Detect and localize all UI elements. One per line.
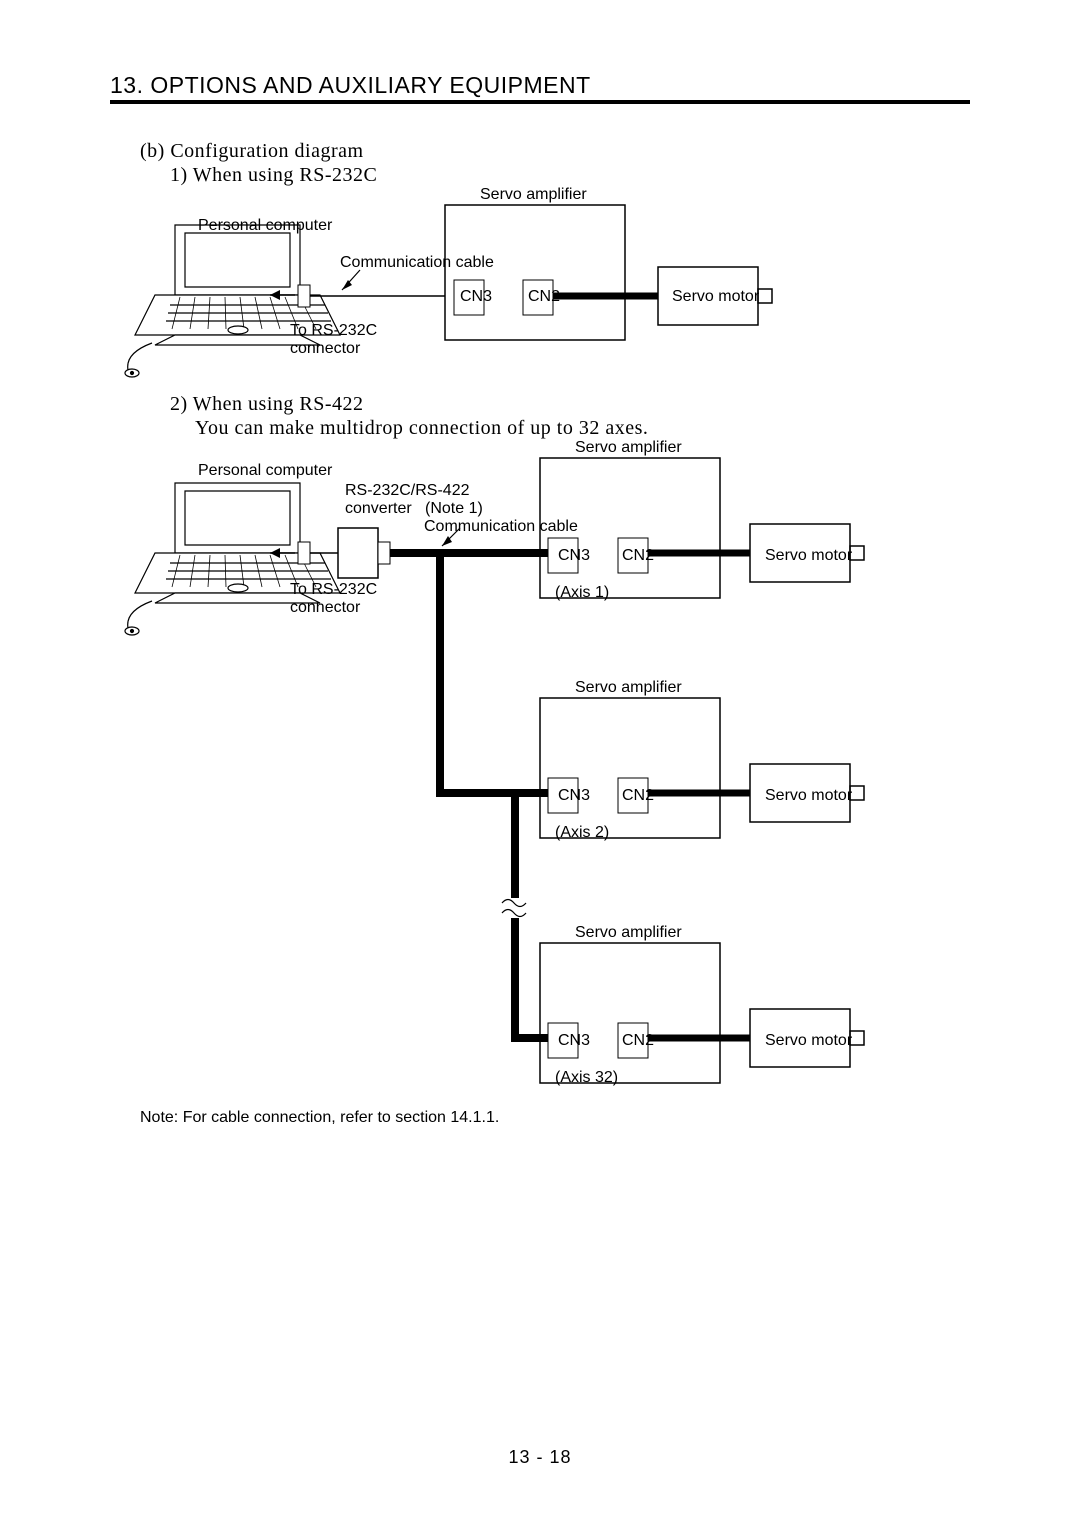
label-pc-1: Personal computer: [198, 216, 332, 235]
page-number: 13 - 18: [0, 1447, 1080, 1468]
label-servoamp-a32: Servo amplifier: [575, 923, 682, 942]
label-to232-1b: connector: [290, 339, 360, 358]
section-item1: 1) When using RS-232C: [170, 164, 377, 187]
title-rule: [110, 100, 970, 104]
label-axis1: (Axis 1): [555, 583, 609, 602]
label-cn2-1: CN2: [528, 287, 560, 306]
footnote: Note: For cable connection, refer to sec…: [140, 1108, 499, 1127]
label-pc-2: Personal computer: [198, 461, 332, 480]
label-to232-1a: To RS-232C: [290, 321, 377, 340]
label-to232-2a: To RS-232C: [290, 580, 377, 599]
label-cn2-a32: CN2: [622, 1031, 654, 1050]
label-to232-2b: connector: [290, 598, 360, 617]
label-cn2-a1: CN2: [622, 546, 654, 565]
label-servomotor-a2: Servo motor: [765, 786, 852, 805]
label-note1: (Note 1): [425, 499, 483, 518]
label-servomotor-a1: Servo motor: [765, 546, 852, 565]
label-cn3-a32: CN3: [558, 1031, 590, 1050]
label-cn3-a2: CN3: [558, 786, 590, 805]
label-servoamp-1: Servo amplifier: [480, 185, 587, 204]
label-servoamp-a2: Servo amplifier: [575, 678, 682, 697]
label-servomotor-1: Servo motor: [672, 287, 759, 306]
label-converter: converter: [345, 499, 412, 518]
label-cn3-1: CN3: [460, 287, 492, 306]
label-rs232-422: RS-232C/RS-422: [345, 481, 470, 500]
label-servoamp-a1: Servo amplifier: [575, 438, 682, 457]
section-item2: 2) When using RS-422: [170, 393, 364, 416]
page-title: 13. OPTIONS AND AUXILIARY EQUIPMENT: [110, 72, 591, 99]
label-axis2: (Axis 2): [555, 823, 609, 842]
label-commcable-1: Communication cable: [340, 253, 494, 272]
section-item2-sub: You can make multidrop connection of up …: [195, 417, 648, 440]
label-cn2-a2: CN2: [622, 786, 654, 805]
label-servomotor-a32: Servo motor: [765, 1031, 852, 1050]
label-axis32: (Axis 32): [555, 1068, 618, 1087]
section-b: (b) Configuration diagram: [140, 140, 364, 163]
label-cn3-a1: CN3: [558, 546, 590, 565]
label-commcable-2: Communication cable: [424, 517, 578, 536]
diagram-rs232c: [120, 185, 880, 380]
